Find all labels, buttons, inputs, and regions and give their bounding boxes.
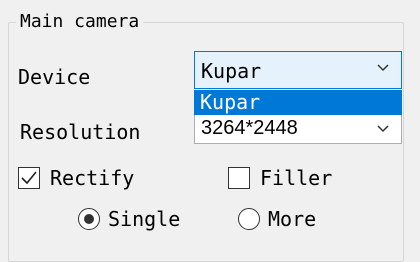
chevron-down-icon[interactable] [377,125,389,133]
more-label[interactable]: More [268,206,316,232]
more-radio[interactable] [238,208,260,230]
radio-selected-dot [84,214,94,224]
chevron-down-icon[interactable] [377,64,389,72]
resolution-label: Resolution [20,120,141,144]
rectify-checkbox[interactable] [18,167,40,189]
resolution-combobox[interactable]: 3264*2448 [194,115,402,144]
single-label[interactable]: Single [108,206,180,232]
device-label: Device [18,65,91,89]
checkmark-icon [21,171,37,185]
filler-label[interactable]: Filler [260,165,332,191]
resolution-combobox-value: 3264*2448 [201,117,298,139]
single-radio[interactable] [78,208,100,230]
filler-checkbox[interactable] [228,167,250,189]
device-combobox[interactable]: Kupar [194,51,402,89]
device-dropdown-item[interactable]: Kupar [194,90,402,115]
rectify-label[interactable]: Rectify [50,165,134,191]
group-title: Main camera [16,10,144,34]
device-combobox-value: Kupar [201,59,262,83]
device-dropdown-item-label: Kupar [200,90,261,114]
